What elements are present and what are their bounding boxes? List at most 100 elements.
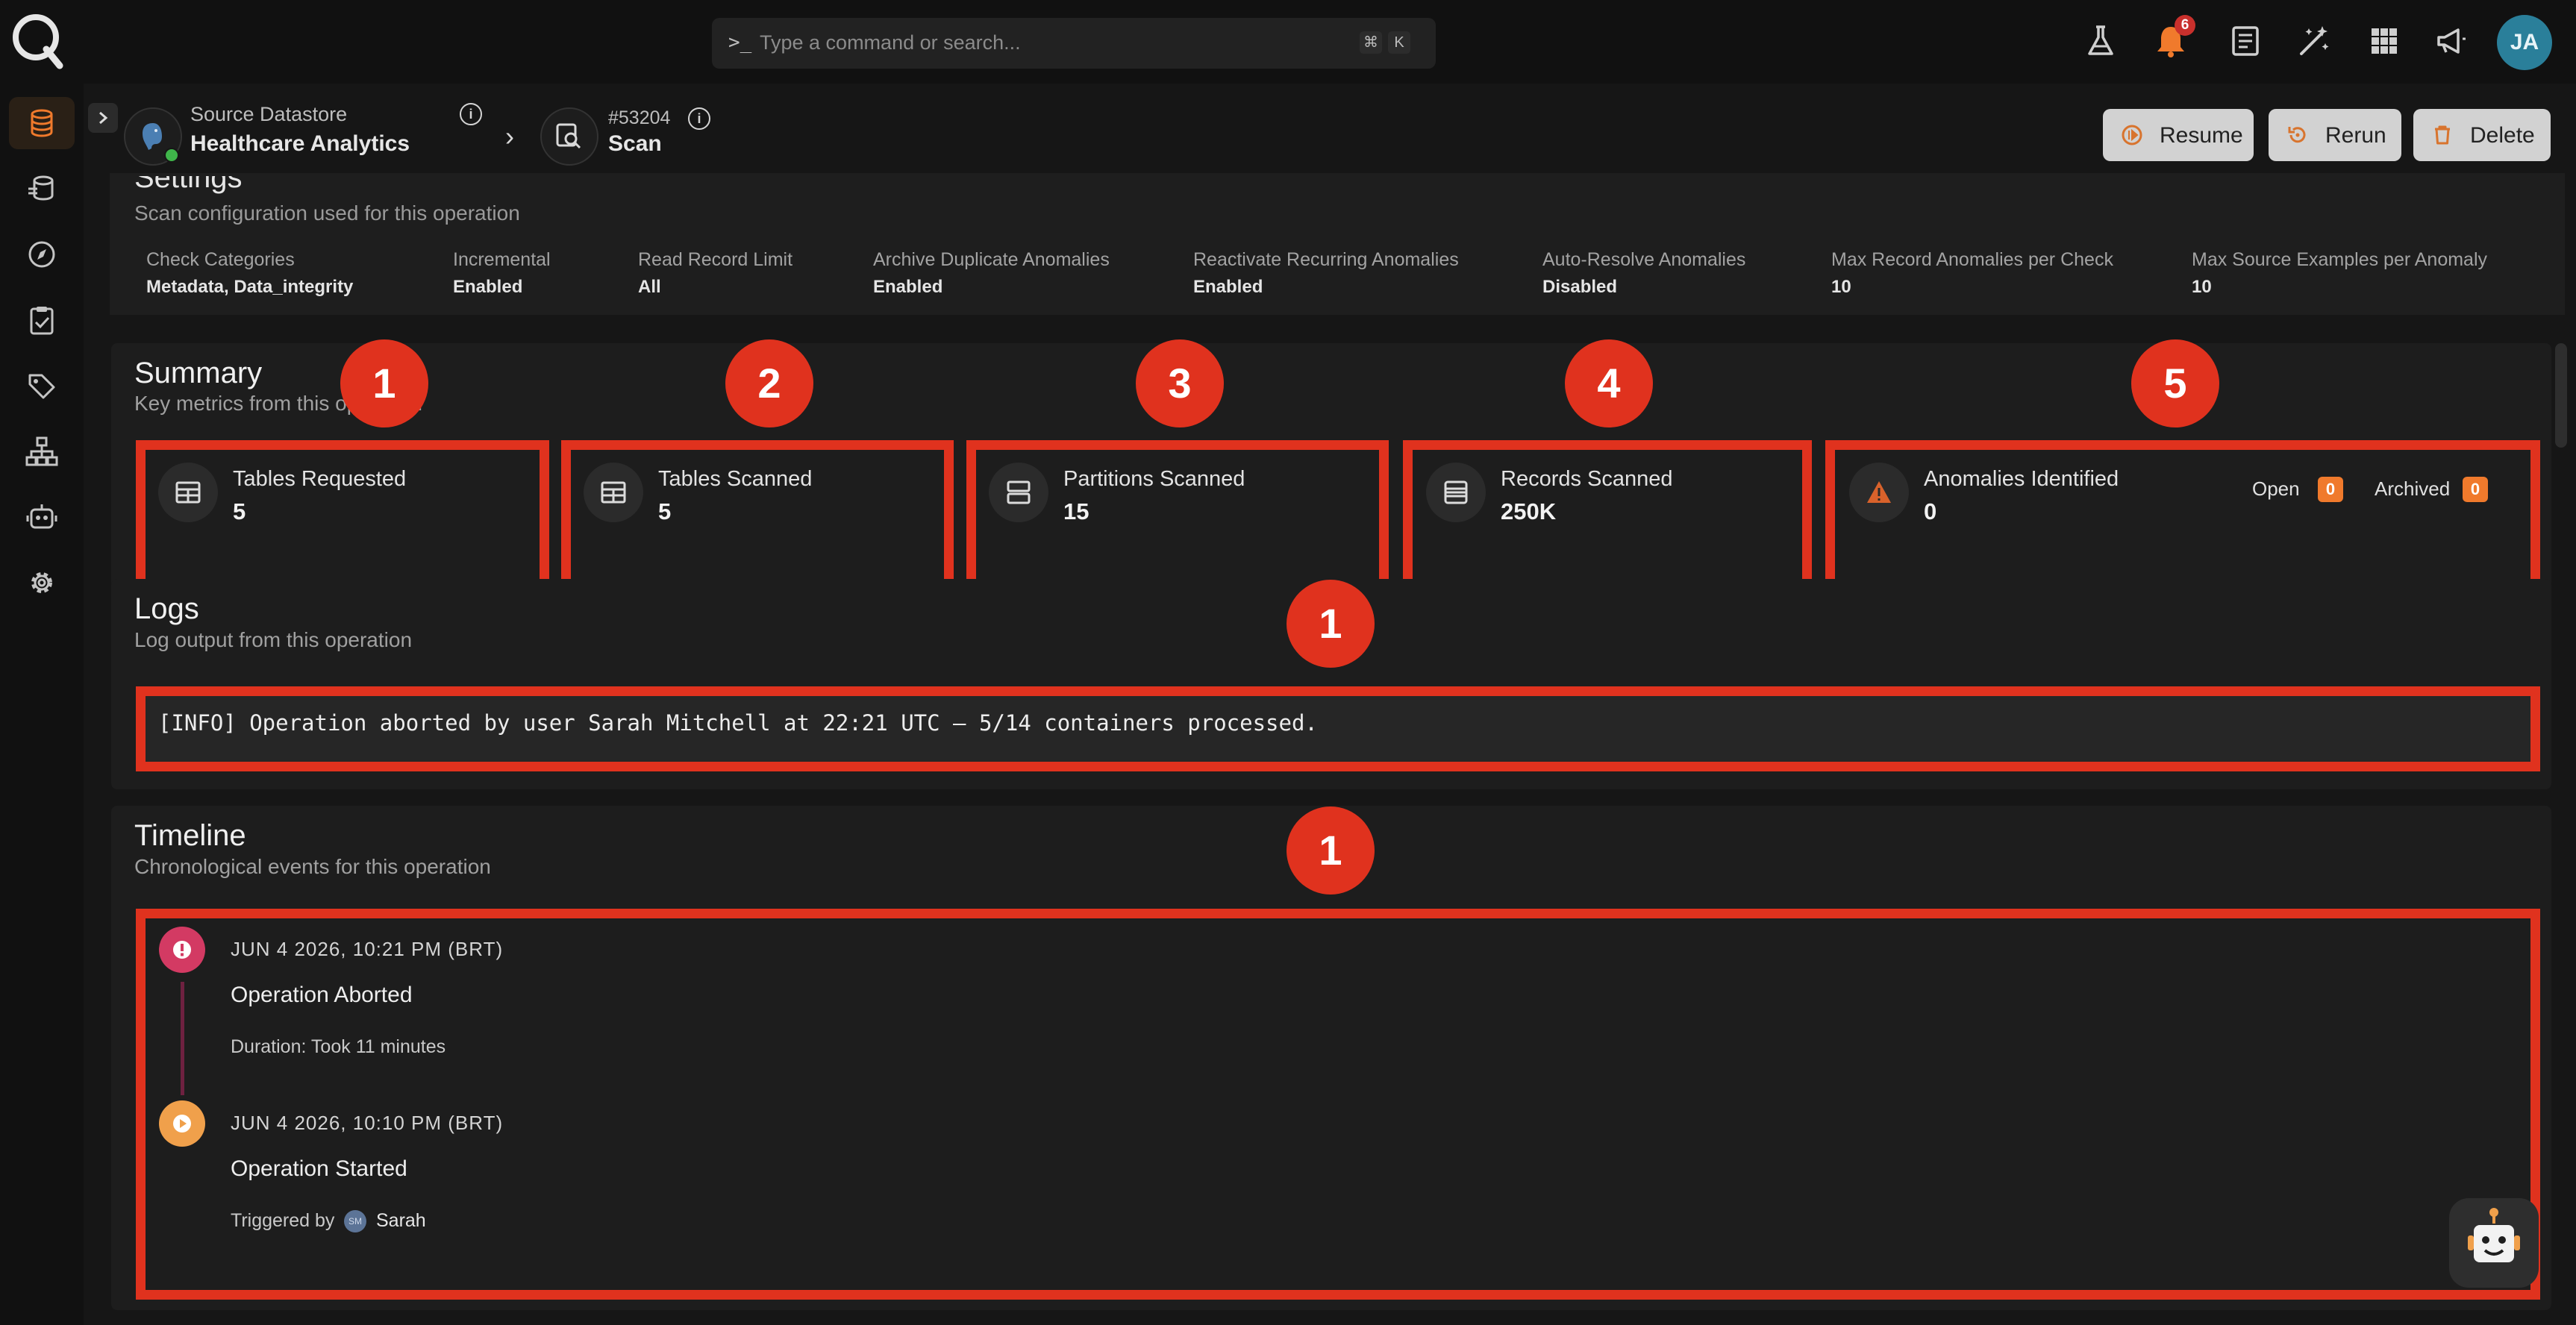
open-anomalies-count-badge[interactable]: 0 bbox=[2318, 477, 2343, 502]
setting-max-record-anomalies: Max Record Anomalies per Check 10 bbox=[1831, 249, 2113, 298]
metric-icon-circle bbox=[1849, 463, 1909, 522]
metric-label: Anomalies Identified bbox=[1924, 467, 2119, 491]
command-placeholder: Type a command or search... bbox=[760, 31, 1021, 54]
play-icon bbox=[173, 1115, 191, 1133]
metric-label: Partitions Scanned bbox=[1063, 467, 1245, 491]
annotation-marker: 1 bbox=[1287, 806, 1375, 895]
sidebar-item-settings[interactable] bbox=[9, 557, 75, 609]
sidebar-item-tags[interactable] bbox=[9, 360, 75, 412]
resume-label: Resume bbox=[2160, 123, 2243, 148]
terminal-prompt-icon: >_ bbox=[728, 31, 752, 54]
settings-title: Settings bbox=[134, 161, 243, 194]
user-avatar-small: SM bbox=[344, 1210, 366, 1232]
robot-icon bbox=[26, 504, 57, 529]
sidebar-item-agents[interactable] bbox=[9, 491, 75, 543]
setting-check-categories: Check Categories Metadata, Data_integrit… bbox=[146, 249, 353, 298]
setting-read-record-limit: Read Record Limit All bbox=[638, 249, 793, 298]
apps-grid-icon[interactable] bbox=[2366, 22, 2403, 60]
delete-button[interactable]: Delete bbox=[2413, 109, 2551, 161]
timeline-event-aborted-dot bbox=[159, 927, 205, 973]
timeline-triggered-by-user[interactable]: Sarah bbox=[376, 1210, 426, 1232]
operation-id: #53204 bbox=[608, 107, 671, 128]
user-avatar[interactable]: JA bbox=[2497, 15, 2552, 70]
rerun-label: Rerun bbox=[2325, 123, 2386, 148]
warning-icon bbox=[1867, 481, 1891, 503]
timeline-event-title: Operation Aborted bbox=[231, 983, 413, 1007]
app-logo-icon[interactable] bbox=[10, 10, 64, 70]
annotation-marker: 2 bbox=[725, 339, 813, 427]
timeline-subtitle: Chronological events for this operation bbox=[134, 855, 491, 878]
magic-wand-icon[interactable] bbox=[2295, 22, 2333, 60]
metric-icon-circle bbox=[584, 463, 643, 522]
megaphone-icon[interactable] bbox=[2433, 22, 2470, 60]
gear-icon bbox=[31, 572, 52, 593]
setting-max-source-examples: Max Source Examples per Anomaly 10 bbox=[2192, 249, 2487, 298]
metric-value: 5 bbox=[658, 498, 672, 524]
sidebar-item-hierarchy[interactable] bbox=[9, 425, 75, 477]
resume-button[interactable]: Resume bbox=[2103, 109, 2254, 161]
annotation-marker: 4 bbox=[1565, 339, 1653, 427]
setting-label: Max Record Anomalies per Check bbox=[1831, 249, 2113, 270]
document-icon[interactable] bbox=[2227, 22, 2264, 60]
metric-label: Tables Scanned bbox=[658, 467, 813, 491]
annotation-marker: 3 bbox=[1136, 339, 1224, 427]
clipboard-check-icon bbox=[30, 307, 54, 335]
rerun-button[interactable]: Rerun bbox=[2269, 109, 2401, 161]
info-icon[interactable]: i bbox=[688, 107, 710, 130]
setting-label: Read Record Limit bbox=[638, 249, 793, 270]
assistant-chat-button[interactable] bbox=[2449, 1198, 2539, 1288]
sidebar-item-explore[interactable] bbox=[9, 228, 75, 281]
shortcut-mod-key: ⌘ bbox=[1360, 31, 1382, 54]
setting-label: Incremental bbox=[453, 249, 551, 270]
timeline-triggered-by-label: Triggered by bbox=[231, 1210, 335, 1231]
operation-type: Scan bbox=[608, 131, 662, 156]
sidebar-item-checks[interactable] bbox=[9, 294, 75, 346]
timeline-event-date: JUN 4 2026, 10:10 PM (BRT) bbox=[231, 1112, 504, 1134]
archived-anomalies-label: Archived bbox=[2375, 477, 2451, 500]
setting-value: 10 bbox=[1831, 277, 1851, 297]
metric-icon-circle bbox=[989, 463, 1048, 522]
tag-icon bbox=[28, 374, 55, 399]
setting-value: Metadata, Data_integrity bbox=[146, 277, 354, 297]
setting-label: Check Categories bbox=[146, 249, 295, 270]
scrollbar-thumb[interactable] bbox=[2555, 343, 2567, 448]
setting-label: Archive Duplicate Anomalies bbox=[873, 249, 1110, 270]
datastore-name-link[interactable]: Healthcare Analytics bbox=[190, 131, 410, 157]
flask-icon[interactable] bbox=[2082, 22, 2119, 60]
info-icon[interactable]: i bbox=[460, 103, 482, 125]
connection-status-dot bbox=[164, 148, 179, 163]
top-bar: >_ Type a command or search... ⌘ K 6 JA bbox=[0, 0, 2576, 84]
partition-icon bbox=[1007, 480, 1031, 504]
archived-anomalies-count-badge[interactable]: 0 bbox=[2463, 477, 2488, 502]
shortcut-letter-key: K bbox=[1388, 31, 1410, 54]
records-icon bbox=[1444, 480, 1468, 504]
metric-tables-scanned: Tables Scanned 5 bbox=[584, 463, 927, 524]
setting-archive-duplicate-anomalies: Archive Duplicate Anomalies Enabled bbox=[873, 249, 1110, 298]
annotation-marker: 5 bbox=[2131, 339, 2219, 427]
alert-icon bbox=[173, 941, 191, 959]
trash-icon bbox=[2435, 125, 2450, 145]
setting-reactivate-recurring-anomalies: Reactivate Recurring Anomalies Enabled bbox=[1193, 249, 1459, 298]
notification-count-badge: 6 bbox=[2175, 15, 2195, 36]
operation-avatar bbox=[540, 107, 598, 166]
setting-auto-resolve-anomalies: Auto-Resolve Anomalies Disabled bbox=[1542, 249, 1745, 298]
metric-value: 15 bbox=[1063, 498, 1090, 524]
sidebar-expand-button[interactable] bbox=[88, 103, 118, 133]
database-icon bbox=[31, 109, 53, 137]
table-icon bbox=[601, 481, 626, 504]
command-search-input[interactable]: >_ Type a command or search... ⌘ K bbox=[712, 18, 1436, 69]
metric-tables-requested: Tables Requested 5 bbox=[158, 463, 516, 524]
logs-subtitle: Log output from this operation bbox=[134, 628, 413, 651]
sidebar-item-enrichment[interactable] bbox=[9, 163, 75, 215]
datastore-avatar[interactable] bbox=[124, 107, 182, 166]
setting-label: Reactivate Recurring Anomalies bbox=[1193, 249, 1459, 270]
timeline-event-duration: Duration: Took 11 minutes bbox=[231, 1036, 446, 1057]
datastore-sync-icon bbox=[28, 175, 54, 201]
datastore-label: Source Datastore bbox=[190, 103, 348, 125]
highlight-box bbox=[136, 909, 2540, 1300]
sidebar-item-datastores[interactable] bbox=[9, 97, 75, 149]
setting-value: Disabled bbox=[1542, 277, 1618, 297]
timeline-event-date: JUN 4 2026, 10:21 PM (BRT) bbox=[231, 938, 504, 960]
sitemap-icon bbox=[25, 436, 58, 466]
postgres-icon bbox=[143, 123, 162, 150]
